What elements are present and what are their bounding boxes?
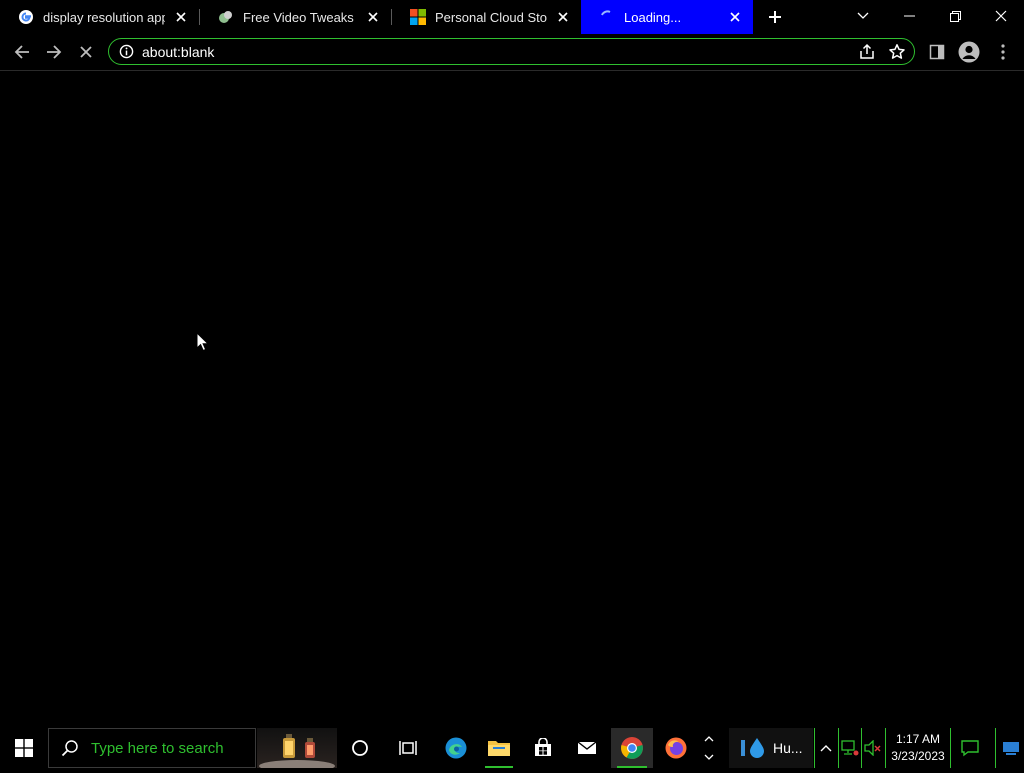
clock-time: 1:17 AM xyxy=(895,732,941,746)
folder-icon xyxy=(488,741,510,756)
edge-icon xyxy=(445,737,467,759)
tab-title: Personal Cloud Storage xyxy=(435,9,547,25)
mail-icon xyxy=(577,741,597,754)
taskbar-store[interactable] xyxy=(523,728,563,768)
tray-divider xyxy=(995,728,996,768)
tab-title: Loading... xyxy=(624,9,682,25)
chevron-up-icon xyxy=(704,736,714,742)
url-text[interactable]: about:blank xyxy=(142,44,214,60)
google-icon xyxy=(18,9,34,25)
video-tweaks-icon xyxy=(218,9,234,25)
loading-spinner-icon xyxy=(599,9,615,25)
close-icon[interactable] xyxy=(555,9,571,25)
tab-title: Free Video Tweaks - Do xyxy=(243,9,357,25)
network-icon xyxy=(841,740,859,756)
restore-button[interactable] xyxy=(932,0,978,32)
search-placeholder: Type here to search xyxy=(91,739,224,757)
task-view-icon xyxy=(399,741,417,755)
address-bar[interactable]: about:blank xyxy=(108,38,915,65)
taskbar-chrome[interactable] xyxy=(611,728,653,768)
taskbar: Type here to search Hu... 1:17 AM 3/23/2… xyxy=(0,728,1024,772)
restore-icon xyxy=(949,10,961,22)
notification-icon xyxy=(961,740,979,757)
tab-search-button[interactable] xyxy=(840,0,886,32)
search-icon xyxy=(61,740,78,757)
clock-date: 3/23/2023 xyxy=(891,749,945,763)
water-drop-icon xyxy=(741,738,764,758)
taskbar-firefox[interactable] xyxy=(655,728,697,768)
speaker-muted-icon xyxy=(864,740,881,756)
minimize-button[interactable] xyxy=(886,0,932,32)
side-panel-button[interactable] xyxy=(924,39,950,65)
close-icon[interactable] xyxy=(727,9,743,25)
desktop-icon xyxy=(1002,742,1019,755)
back-button[interactable] xyxy=(9,39,35,65)
firefox-icon xyxy=(665,737,687,759)
browser-menu-button[interactable] xyxy=(990,39,1016,65)
taskbar-app-label: Hu... xyxy=(773,740,803,756)
store-bag-icon xyxy=(535,738,551,756)
windows-logo-icon xyxy=(15,739,33,757)
chrome-icon xyxy=(621,737,643,759)
stop-icon xyxy=(80,46,92,58)
forward-button[interactable] xyxy=(41,39,67,65)
close-icon[interactable] xyxy=(365,9,381,25)
taskbar-clock[interactable]: 1:17 AM 3/23/2023 xyxy=(887,728,949,768)
browser-toolbar: about:blank xyxy=(0,34,1024,70)
news-widget[interactable] xyxy=(257,728,337,772)
tab-free-video-tweaks[interactable]: Free Video Tweaks - Do xyxy=(200,0,391,34)
share-icon[interactable] xyxy=(858,43,876,61)
plus-icon xyxy=(769,11,781,23)
volume-button[interactable] xyxy=(862,728,884,768)
profile-button[interactable] xyxy=(956,39,982,65)
taskbar-edge[interactable] xyxy=(435,728,477,768)
cortana-circle-icon xyxy=(352,740,368,756)
tab-display-resolution[interactable]: display resolution app - xyxy=(0,0,199,34)
start-button[interactable] xyxy=(0,728,48,768)
kebab-menu-icon xyxy=(1001,44,1005,60)
taskbar-search-box[interactable]: Type here to search xyxy=(48,728,256,768)
microsoft-icon xyxy=(410,9,426,25)
chevron-down-icon xyxy=(857,12,869,19)
lantern-icon xyxy=(259,734,335,772)
taskbar-file-explorer[interactable] xyxy=(479,728,519,768)
network-status-button[interactable] xyxy=(839,728,861,768)
stop-loading-button[interactable] xyxy=(73,39,99,65)
new-tab-button[interactable] xyxy=(764,6,786,28)
tab-personal-cloud-storage[interactable]: Personal Cloud Storage xyxy=(392,0,581,34)
side-panel-icon xyxy=(929,44,945,60)
action-center-button[interactable] xyxy=(951,728,989,768)
taskbar-mail[interactable] xyxy=(567,728,607,768)
show-hidden-icons-button[interactable] xyxy=(815,728,837,768)
show-desktop-button[interactable] xyxy=(997,728,1024,768)
info-icon[interactable] xyxy=(119,44,134,59)
taskbar-overflow-scroll[interactable] xyxy=(700,728,718,768)
bookmark-star-icon[interactable] xyxy=(888,43,906,61)
chevron-down-icon xyxy=(704,754,714,760)
task-view-button[interactable] xyxy=(387,728,429,768)
chevron-up-icon xyxy=(820,745,832,752)
close-window-button[interactable] xyxy=(978,0,1024,32)
avatar-icon xyxy=(958,41,980,63)
tab-title: display resolution app - xyxy=(43,9,165,25)
forward-arrow-icon xyxy=(47,45,62,59)
taskbar-app-hu[interactable]: Hu... xyxy=(729,728,813,768)
back-arrow-icon xyxy=(14,45,29,59)
minimize-icon xyxy=(903,15,915,17)
mouse-cursor-icon xyxy=(196,332,210,352)
tab-strip: display resolution app - Free Video Twea… xyxy=(0,0,1024,34)
close-icon xyxy=(995,10,1007,22)
page-content-blank[interactable] xyxy=(0,71,1024,728)
cortana-button[interactable] xyxy=(340,728,380,768)
close-icon[interactable] xyxy=(173,9,189,25)
tab-loading[interactable]: Loading... xyxy=(581,0,753,34)
tray-divider xyxy=(885,728,886,768)
